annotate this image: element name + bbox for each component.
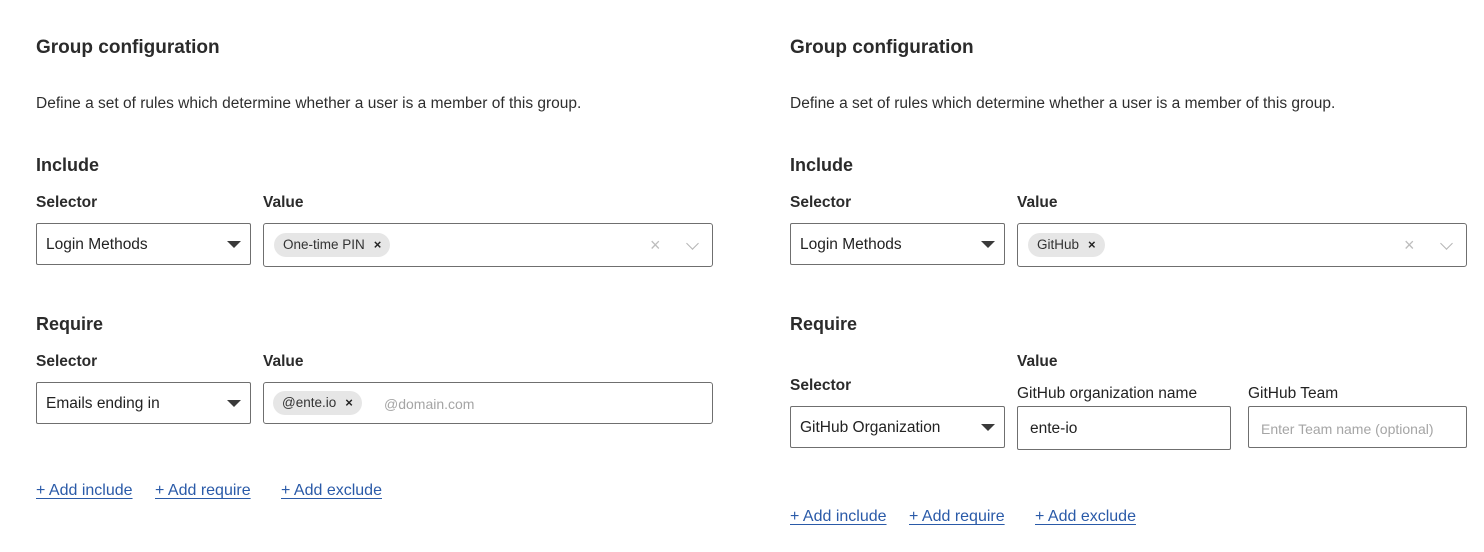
include-selector-dropdown[interactable]: Login Methods (790, 223, 1005, 265)
require-value-multiselect[interactable]: @ente.io × @domain.com (263, 382, 713, 424)
add-include-link[interactable]: + Add include (36, 482, 133, 500)
caret-down-icon (981, 241, 995, 248)
require-value-label: Value (263, 353, 304, 370)
include-selector-label: Selector (36, 194, 98, 211)
add-exclude-link[interactable]: + Add exclude (281, 482, 382, 500)
chip-label: One-time PIN (283, 237, 365, 252)
chevron-down-icon[interactable] (1440, 237, 1453, 250)
value-chip: One-time PIN × (274, 233, 391, 257)
caret-down-icon (981, 424, 995, 431)
value-chip: @ente.io × (273, 391, 362, 415)
include-value-label: Value (1017, 194, 1058, 211)
github-org-input[interactable]: ente-io (1017, 406, 1231, 450)
add-require-link[interactable]: + Add require (155, 482, 251, 500)
require-value-label: Value (1017, 353, 1058, 370)
chip-remove-icon[interactable]: × (345, 395, 353, 410)
include-selector-label: Selector (790, 194, 852, 211)
require-selector-dropdown[interactable]: GitHub Organization (790, 406, 1005, 448)
add-require-link[interactable]: + Add require (909, 508, 1005, 526)
include-value-multiselect[interactable]: GitHub × × (1017, 223, 1467, 267)
clear-icon[interactable]: × (650, 235, 661, 255)
github-team-input[interactable]: Enter Team name (optional) (1248, 406, 1467, 448)
group-description: Define a set of rules which determine wh… (790, 95, 1336, 112)
include-heading: Include (36, 155, 100, 175)
chip-label: GitHub (1037, 237, 1080, 252)
github-org-value: ente-io (1030, 420, 1078, 437)
github-team-placeholder: Enter Team name (optional) (1261, 421, 1434, 437)
chip-remove-icon[interactable]: × (374, 237, 382, 252)
include-selector-value: Login Methods (800, 236, 902, 253)
add-exclude-link[interactable]: + Add exclude (1035, 508, 1136, 526)
require-selector-value: GitHub Organization (800, 419, 941, 436)
domain-input-placeholder[interactable]: @domain.com (384, 396, 474, 412)
chip-label: @ente.io (282, 395, 337, 410)
include-selector-value: Login Methods (46, 236, 148, 253)
chip-remove-icon[interactable]: × (1088, 237, 1096, 252)
include-value-label: Value (263, 194, 304, 211)
require-selector-label: Selector (36, 353, 98, 370)
group-description: Define a set of rules which determine wh… (36, 95, 582, 112)
require-heading: Require (790, 314, 858, 334)
chevron-down-icon[interactable] (686, 237, 699, 250)
include-heading: Include (790, 155, 854, 175)
require-heading: Require (36, 314, 104, 334)
caret-down-icon (227, 241, 241, 248)
include-selector-dropdown[interactable]: Login Methods (36, 223, 251, 265)
require-selector-dropdown[interactable]: Emails ending in (36, 382, 251, 424)
github-team-label: GitHub Team (1248, 385, 1339, 402)
caret-down-icon (227, 400, 241, 407)
page-title: Group configuration (790, 37, 974, 58)
page-title: Group configuration (36, 37, 220, 58)
value-chip: GitHub × (1028, 233, 1105, 257)
require-selector-value: Emails ending in (46, 395, 160, 412)
clear-icon[interactable]: × (1404, 235, 1415, 255)
add-include-link[interactable]: + Add include (790, 508, 887, 526)
require-selector-label: Selector (790, 377, 852, 394)
include-value-multiselect[interactable]: One-time PIN × × (263, 223, 713, 267)
github-org-label: GitHub organization name (1017, 385, 1198, 402)
